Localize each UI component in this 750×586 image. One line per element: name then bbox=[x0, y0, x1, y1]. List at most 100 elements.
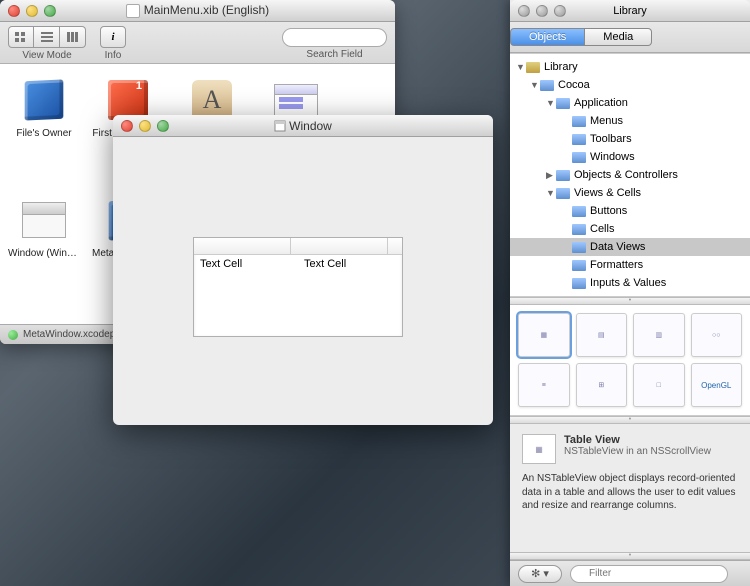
search-input[interactable] bbox=[282, 28, 387, 47]
gear-menu-button[interactable]: ✻ ▾ bbox=[518, 565, 562, 583]
palette-item-tableview[interactable]: ▦ bbox=[518, 313, 570, 357]
zoom-icon[interactable] bbox=[44, 5, 56, 17]
tree-item-label: Library bbox=[544, 61, 578, 73]
table-row[interactable]: Text Cell Text Cell bbox=[194, 255, 402, 273]
folder-icon bbox=[572, 224, 586, 235]
library-title: Library bbox=[613, 5, 647, 17]
preview-window[interactable]: Window Text Cell Text Cell bbox=[113, 115, 493, 425]
library-icon bbox=[526, 62, 540, 73]
folder-icon bbox=[572, 206, 586, 217]
table-cell[interactable]: Text Cell bbox=[194, 258, 298, 270]
zoom-icon[interactable] bbox=[554, 5, 566, 17]
tree-item-objects-controllers[interactable]: ▶ Objects & Controllers bbox=[510, 166, 750, 184]
close-icon[interactable] bbox=[518, 5, 530, 17]
viewmode-list-button[interactable] bbox=[34, 26, 60, 48]
tree-item-toolbars[interactable]: Toolbars bbox=[510, 130, 750, 148]
viewmode-label: View Mode bbox=[22, 50, 71, 61]
minimize-icon[interactable] bbox=[139, 120, 151, 132]
tree-item-label: Buttons bbox=[590, 205, 627, 217]
disclosure-triangle-icon[interactable]: ▼ bbox=[546, 188, 556, 198]
tree-item-formatters[interactable]: Formatters bbox=[510, 256, 750, 274]
library-bottombar: ✻ ▾ bbox=[510, 560, 750, 586]
tree-item-buttons[interactable]: Buttons bbox=[510, 202, 750, 220]
table-cell[interactable]: Text Cell bbox=[298, 258, 402, 270]
table-scroller-corner bbox=[388, 238, 402, 254]
viewmode-icons-button[interactable] bbox=[8, 26, 34, 48]
tab-media[interactable]: Media bbox=[585, 28, 652, 46]
tree-item-label: Application bbox=[574, 97, 628, 109]
folder-icon bbox=[572, 116, 586, 127]
disclosure-triangle-icon[interactable]: ▼ bbox=[516, 62, 526, 72]
tab-objects[interactable]: Objects bbox=[510, 28, 585, 46]
tree-item-cocoa[interactable]: ▼ Cocoa bbox=[510, 76, 750, 94]
folder-icon bbox=[572, 278, 586, 289]
ib-object-file-s-owner[interactable]: File's Owner bbox=[8, 76, 80, 192]
zoom-icon[interactable] bbox=[157, 120, 169, 132]
ib-object-window-wind-[interactable]: Window (Wind... bbox=[8, 196, 80, 312]
tree-item-menus[interactable]: Menus bbox=[510, 112, 750, 130]
tree-item-windows[interactable]: Windows bbox=[510, 148, 750, 166]
library-panel[interactable]: Library Objects Media ▼Library▼Cocoa▼App… bbox=[510, 0, 750, 586]
filter-input[interactable] bbox=[570, 565, 728, 583]
table-column-2[interactable] bbox=[291, 238, 388, 254]
table-header[interactable] bbox=[194, 238, 402, 255]
tree-item-cells[interactable]: Cells bbox=[510, 220, 750, 238]
splitter-handle[interactable]: • bbox=[510, 297, 750, 305]
tree-item-library[interactable]: ▼ Library bbox=[510, 58, 750, 76]
palette-item[interactable]: ≡ bbox=[518, 363, 570, 407]
tree-item-inputs-values[interactable]: Inputs & Values bbox=[510, 274, 750, 292]
tree-item-label: Cells bbox=[590, 223, 614, 235]
close-icon[interactable] bbox=[8, 5, 20, 17]
tree-item-label: Inputs & Values bbox=[590, 277, 666, 289]
info-description: An NSTableView object displays record-or… bbox=[522, 464, 738, 513]
object-palette[interactable]: ▦ ▤ ▥ ○○ ≡ ⊞ □ OpenGL bbox=[510, 305, 750, 416]
palette-item[interactable]: □ bbox=[633, 363, 685, 407]
palette-item[interactable]: ○○ bbox=[691, 313, 743, 357]
info-pane: ▦ Table View NSTableView in an NSScrollV… bbox=[510, 424, 750, 552]
folder-icon bbox=[556, 188, 570, 199]
preview-titlebar[interactable]: Window bbox=[113, 115, 493, 137]
ib-toolbar: View Mode i Info Search Field bbox=[0, 22, 395, 64]
table-column-1[interactable] bbox=[194, 238, 291, 254]
info-label: Info bbox=[105, 50, 122, 61]
minimize-icon[interactable] bbox=[26, 5, 38, 17]
info-thumb-icon: ▦ bbox=[522, 434, 556, 464]
tree-item-label: Toolbars bbox=[590, 133, 632, 145]
disclosure-triangle-icon[interactable]: ▼ bbox=[530, 80, 540, 90]
library-tree[interactable]: ▼Library▼Cocoa▼ApplicationMenusToolbarsW… bbox=[510, 53, 750, 297]
status-dot-icon bbox=[8, 330, 18, 340]
tree-item-label: Views & Cells bbox=[574, 187, 641, 199]
palette-item-opengl[interactable]: OpenGL bbox=[691, 363, 743, 407]
close-icon[interactable] bbox=[121, 120, 133, 132]
palette-item[interactable]: ⊞ bbox=[576, 363, 628, 407]
ib-titlebar[interactable]: MainMenu.xib (English) bbox=[0, 0, 395, 22]
splitter-handle[interactable]: • bbox=[510, 552, 750, 560]
tree-item-label: Data Views bbox=[590, 241, 645, 253]
nstableview[interactable]: Text Cell Text Cell bbox=[193, 237, 403, 337]
tree-item-label: Objects & Controllers bbox=[574, 169, 678, 181]
folder-icon bbox=[556, 98, 570, 109]
folder-icon bbox=[572, 242, 586, 253]
palette-item[interactable]: ▤ bbox=[576, 313, 628, 357]
folder-icon bbox=[572, 134, 586, 145]
preview-window-title: Window bbox=[113, 119, 493, 133]
ib-window-title: MainMenu.xib (English) bbox=[0, 3, 395, 18]
disclosure-triangle-icon[interactable]: ▼ bbox=[546, 98, 556, 108]
minimize-icon[interactable] bbox=[536, 5, 548, 17]
tree-item-label: Windows bbox=[590, 151, 635, 163]
palette-item[interactable]: ▥ bbox=[633, 313, 685, 357]
tree-item-views-cells[interactable]: ▼ Views & Cells bbox=[510, 184, 750, 202]
search-label: Search Field bbox=[306, 49, 362, 60]
tree-item-application[interactable]: ▼ Application bbox=[510, 94, 750, 112]
folder-icon bbox=[572, 152, 586, 163]
folder-icon bbox=[572, 260, 586, 271]
status-project-label: MetaWindow.xcodeproj bbox=[23, 329, 126, 340]
folder-icon bbox=[556, 170, 570, 181]
tree-item-data-views[interactable]: Data Views bbox=[510, 238, 750, 256]
library-titlebar[interactable]: Library bbox=[510, 0, 750, 22]
disclosure-triangle-icon[interactable]: ▶ bbox=[546, 170, 556, 181]
info-button[interactable]: i bbox=[100, 26, 126, 48]
viewmode-columns-button[interactable] bbox=[60, 26, 86, 48]
splitter-handle[interactable]: • bbox=[510, 416, 750, 424]
tree-item-label: Cocoa bbox=[558, 79, 590, 91]
